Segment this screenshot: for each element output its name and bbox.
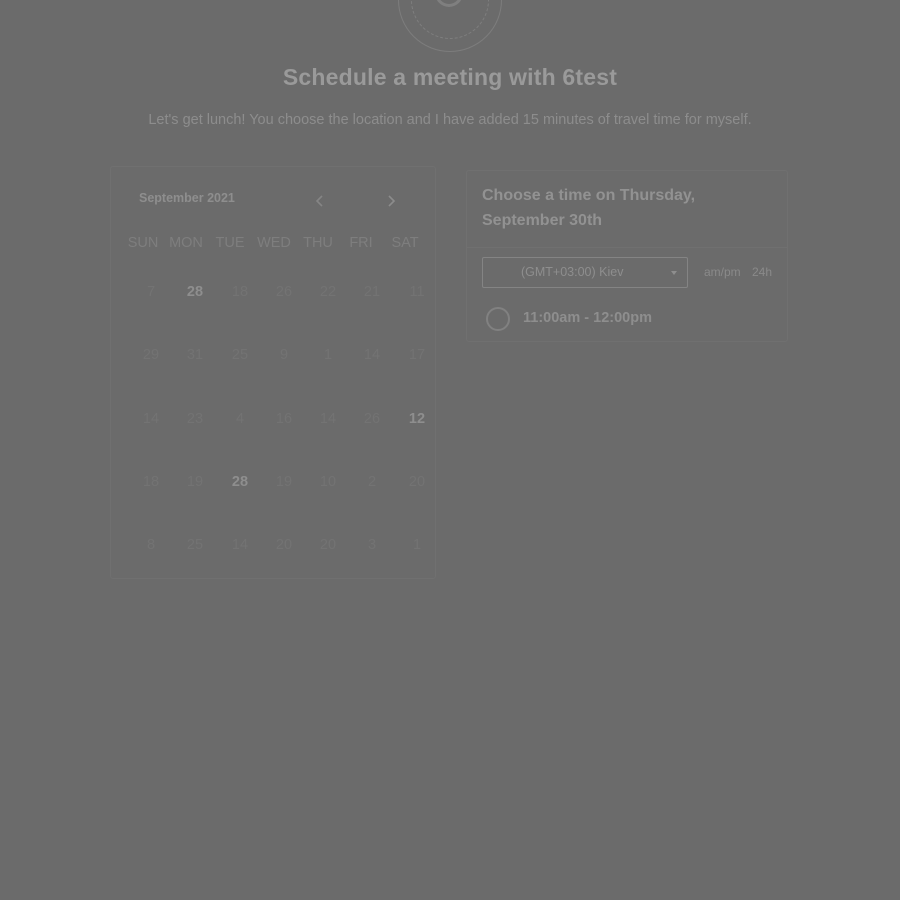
calendar-day[interactable]: 1 (395, 530, 439, 560)
calendar-day[interactable]: 21 (350, 277, 394, 307)
calendar-day[interactable]: 28 (173, 277, 217, 307)
calendar: September 2021 SUN MON TUE WED THU FRI S… (110, 166, 436, 579)
calendar-day[interactable]: 28 (218, 467, 262, 497)
weekday-tue: TUE (215, 235, 245, 251)
page-title: Schedule a meeting with 6test (282, 64, 618, 90)
calendar-day[interactable]: 8 (129, 530, 173, 560)
calendar-day[interactable]: 20 (395, 467, 439, 497)
avatar (398, 0, 502, 52)
calendar-day[interactable]: 18 (129, 467, 173, 497)
calendar-day[interactable]: 19 (262, 467, 306, 497)
chevron-right-icon (388, 195, 396, 207)
calendar-day[interactable]: 16 (262, 404, 306, 434)
calendar-day[interactable]: 26 (350, 404, 394, 434)
weekday-mon: MON (169, 235, 203, 251)
chevron-left-icon (315, 195, 323, 207)
calendar-day[interactable]: 20 (262, 530, 306, 560)
calendar-day[interactable]: 3 (350, 530, 394, 560)
format-24h-toggle[interactable]: 24h (752, 265, 772, 279)
weekday-thu: THU (303, 235, 333, 251)
calendar-day[interactable]: 1 (306, 340, 350, 370)
page-subtitle: Let's get lunch! You choose the location… (148, 112, 752, 128)
calendar-day[interactable]: 19 (173, 467, 217, 497)
time-slot-radio[interactable] (486, 307, 510, 331)
weekday-sat: SAT (391, 235, 419, 251)
calendar-day[interactable]: 14 (350, 340, 394, 370)
weekday-wed: WED (257, 235, 291, 251)
calendar-day[interactable]: 12 (395, 404, 439, 434)
month-label: September 2021 (139, 191, 235, 205)
calendar-day[interactable]: 31 (173, 340, 217, 370)
calendar-day[interactable]: 10 (306, 467, 350, 497)
time-slot-label[interactable]: 11:00am - 12:00pm (523, 310, 652, 326)
weekday-sun: SUN (127, 235, 159, 251)
time-panel-heading: Choose a time on Thursday, September 30t… (482, 187, 696, 229)
calendar-day[interactable]: 14 (129, 404, 173, 434)
calendar-day[interactable]: 11 (395, 277, 439, 307)
calendar-day[interactable]: 7 (129, 277, 173, 307)
timezone-value: (GMT+03:00) Kiev (521, 265, 624, 279)
calendar-day[interactable]: 18 (218, 277, 262, 307)
format-12h-toggle[interactable]: am/pm (704, 265, 741, 279)
calendar-day[interactable]: 26 (262, 277, 306, 307)
calendar-day[interactable]: 17 (395, 340, 439, 370)
time-panel: Choose a time on Thursday, September 30t… (466, 170, 788, 342)
calendar-day[interactable]: 29 (129, 340, 173, 370)
weekday-fri: FRI (349, 235, 373, 251)
calendar-day[interactable]: 9 (262, 340, 306, 370)
timezone-select[interactable]: (GMT+03:00) Kiev (482, 257, 688, 288)
calendar-day[interactable]: 22 (306, 277, 350, 307)
calendar-day[interactable]: 23 (173, 404, 217, 434)
calendar-day[interactable]: 25 (173, 530, 217, 560)
calendar-day[interactable]: 14 (218, 530, 262, 560)
caret-down-icon (671, 271, 677, 275)
calendar-day[interactable]: 14 (306, 404, 350, 434)
calendar-day[interactable]: 4 (218, 404, 262, 434)
calendar-day[interactable]: 20 (306, 530, 350, 560)
divider (467, 247, 787, 248)
next-month-button[interactable] (379, 189, 403, 213)
calendar-day[interactable]: 2 (350, 467, 394, 497)
calendar-day[interactable]: 25 (218, 340, 262, 370)
prev-month-button[interactable] (308, 189, 332, 213)
